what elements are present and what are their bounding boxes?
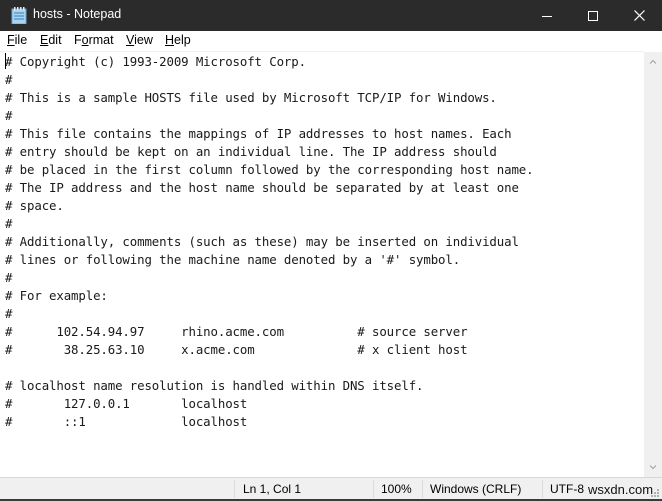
title-bar[interactable]: hosts - Notepad: [0, 0, 662, 31]
text-editor[interactable]: # Copyright (c) 1993-2009 Microsoft Corp…: [0, 51, 644, 478]
line-ending: Windows (CRLF): [430, 482, 522, 496]
menu-format[interactable]: Format: [74, 33, 114, 47]
resize-grip-icon[interactable]: [650, 488, 660, 498]
status-bar: Ln 1, Col 1 100% Windows (CRLF) UTF-8 ws…: [0, 477, 662, 500]
editor-content[interactable]: # Copyright (c) 1993-2009 Microsoft Corp…: [5, 53, 534, 431]
menu-file[interactable]: File: [7, 33, 27, 47]
maximize-icon: [588, 10, 598, 21]
minimize-button[interactable]: [524, 0, 570, 31]
menu-view[interactable]: View: [126, 33, 153, 47]
maximize-button[interactable]: [570, 0, 616, 31]
menu-help[interactable]: Help: [165, 33, 191, 47]
status-separator: [234, 480, 235, 498]
vertical-scrollbar[interactable]: [644, 52, 662, 477]
status-separator: [373, 480, 374, 498]
status-separator: [542, 480, 543, 498]
cursor-position: Ln 1, Col 1: [243, 482, 302, 496]
window-title: hosts - Notepad: [33, 7, 122, 21]
notepad-icon: [11, 7, 27, 24]
close-icon: [633, 10, 645, 21]
menu-edit[interactable]: Edit: [40, 33, 62, 47]
scroll-down-icon[interactable]: [648, 462, 658, 472]
encoding: UTF-8: [550, 482, 584, 496]
status-separator: [422, 480, 423, 498]
zoom-level: 100%: [381, 482, 412, 496]
minimize-icon: [542, 15, 552, 17]
text-caret: [5, 53, 6, 69]
scroll-up-icon[interactable]: [648, 57, 658, 67]
close-button[interactable]: [616, 0, 662, 31]
menu-bar: File Edit Format View Help: [0, 31, 662, 51]
watermark-text: wsxdn.com: [588, 482, 654, 497]
